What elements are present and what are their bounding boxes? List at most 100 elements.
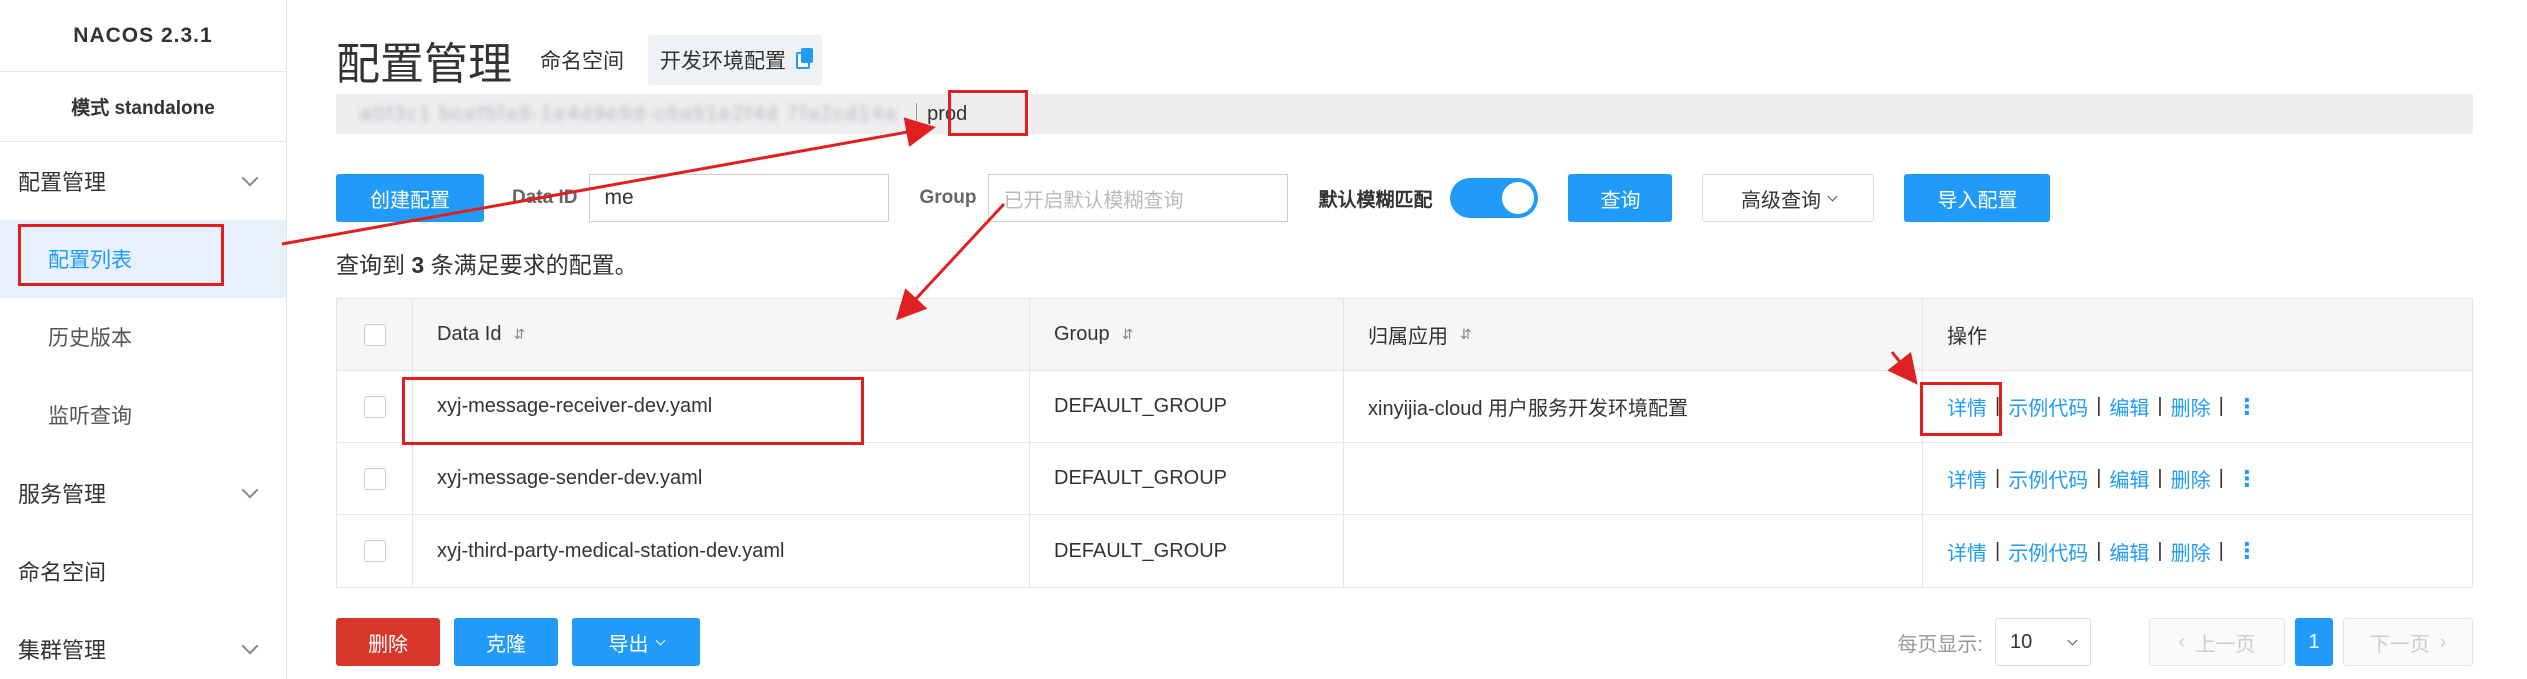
page-size-label: 每页显示: [1897, 633, 1983, 656]
prev-page-button[interactable]: ‹ 上一页 [2149, 618, 2285, 666]
delete-link[interactable]: 删除 [2171, 392, 2211, 421]
bulk-delete-button[interactable]: 删除 [336, 618, 440, 666]
select-all-checkbox[interactable] [363, 323, 386, 346]
advanced-query-label: 高级查询 [1740, 189, 1821, 212]
table-row: xyj-message-sender-dev.yaml DEFAULT_GROU… [337, 443, 2472, 515]
dataid-label: Data ID [512, 187, 578, 208]
pagination: 每页显示: 10 ‹ 上一页 1 下一页 › [1897, 618, 2473, 666]
advanced-query-button[interactable]: 高级查询 [1702, 174, 1875, 222]
sample-code-link[interactable]: 示例代码 [2008, 537, 2088, 566]
annotation-box-config-list [18, 224, 224, 286]
detail-link[interactable]: 详情 [1947, 464, 1987, 493]
cell-group: DEFAULT_GROUP [1030, 443, 1344, 514]
fuzzy-match-label: 默认模糊匹配 [1318, 189, 1433, 211]
detail-link[interactable]: 详情 [1947, 537, 1987, 566]
table-row: xyj-third-party-medical-station-dev.yaml… [337, 515, 2472, 587]
fuzzy-match-toggle[interactable] [1450, 178, 1539, 218]
edit-link[interactable]: 编辑 [2109, 464, 2149, 493]
sample-code-link[interactable]: 示例代码 [2008, 464, 2088, 493]
chevron-right-icon: › [2439, 630, 2447, 653]
search-row: 创建配置 Data ID me Group 已开启默认模糊查询 默认模糊匹配 查… [336, 174, 2051, 222]
dataid-input[interactable]: me [589, 174, 890, 222]
cell-ops: 详情 | 示例代码 | 编辑 | 删除 | ⋮ [1923, 371, 2472, 442]
next-page-label: 下一页 [2369, 633, 2430, 656]
sidebar-group-config[interactable]: 配置管理 [0, 142, 286, 220]
sidebar-group-service[interactable]: 服务管理 [0, 454, 286, 532]
chevron-down-icon [241, 637, 259, 655]
separator: | [2096, 539, 2102, 562]
prev-page-label: 上一页 [2195, 633, 2256, 656]
header-app[interactable]: 归属应用 ⇵ [1344, 299, 1923, 370]
main-content: 配置管理 命名空间 开发环境配置 a0f3c1 bcef5fa9-1e4d9e9… [287, 0, 2527, 679]
sidebar-item-listener[interactable]: 监听查询 [0, 376, 286, 454]
result-prefix: 查询到 [336, 252, 405, 278]
page-number-button[interactable]: 1 [2295, 618, 2333, 666]
edit-link[interactable]: 编辑 [2109, 392, 2149, 421]
more-icon[interactable]: ⋮ [2236, 394, 2258, 420]
row-checkbox[interactable] [363, 395, 386, 418]
clone-button[interactable]: 克隆 [454, 618, 558, 666]
row-select-cell [337, 443, 413, 514]
export-button[interactable]: 导出 [572, 618, 700, 666]
separator: | [2157, 539, 2163, 562]
sidebar-group-label: 服务管理 [18, 482, 107, 507]
group-input[interactable]: 已开启默认模糊查询 [988, 174, 1289, 222]
sidebar-group-cluster[interactable]: 集群管理 [0, 610, 286, 679]
result-suffix: 条满足要求的配置。 [430, 252, 638, 278]
sample-code-link[interactable]: 示例代码 [2008, 392, 2088, 421]
sort-icon[interactable]: ⇵ [513, 326, 525, 343]
header-ops: 操作 [1947, 326, 1987, 348]
more-icon[interactable]: ⋮ [2236, 466, 2258, 492]
cell-ops: 详情 | 示例代码 | 编辑 | 删除 | ⋮ [1923, 443, 2472, 514]
separator: | [2096, 395, 2102, 417]
query-button[interactable]: 查询 [1568, 174, 1673, 222]
title-row: 配置管理 命名空间 开发环境配置 [336, 28, 822, 92]
more-icon[interactable]: ⋮ [2236, 538, 2258, 564]
import-config-button[interactable]: 导入配置 [1904, 174, 2051, 222]
separator: | [2157, 467, 2163, 489]
mode-label: 模式 standalone [0, 72, 286, 142]
chevron-down-icon [2067, 635, 2078, 645]
sort-icon[interactable]: ⇵ [1460, 326, 1472, 343]
chevron-down-icon [241, 481, 259, 499]
header-dataid[interactable]: Data Id ⇵ [413, 299, 1030, 370]
page-size-select[interactable]: 10 [1995, 618, 2091, 666]
page-title: 配置管理 [336, 40, 512, 89]
sidebar: NACOS 2.3.1 模式 standalone 配置管理 配置列表 历史版本… [0, 0, 287, 679]
sidebar-group-label: 集群管理 [18, 638, 107, 663]
table-header: Data Id ⇵ Group ⇵ 归属应用 ⇵ 操作 [337, 299, 2472, 371]
cell-app: xinyijia-cloud 用户服务开发环境配置 [1344, 371, 1923, 442]
header-group[interactable]: Group ⇵ [1030, 299, 1344, 370]
result-count: 3 [411, 252, 425, 278]
separator: | [2218, 395, 2224, 417]
separator: | [1995, 467, 2001, 489]
cell-app [1344, 515, 1923, 587]
chevron-down-icon [1827, 191, 1838, 201]
sort-icon[interactable]: ⇵ [1122, 326, 1134, 343]
cell-group: DEFAULT_GROUP [1030, 515, 1344, 587]
cell-ops: 详情 | 示例代码 | 编辑 | 删除 | ⋮ [1923, 515, 2472, 587]
namespace-bar: a0f3c1 bcef5fa9-1e4d9e9d-c0a91e2f4d 7fa2… [336, 94, 2473, 134]
row-checkbox[interactable] [363, 540, 386, 562]
separator: | [2157, 395, 2163, 417]
namespace-id-blurred: a0f3c1 bcef5fa9-1e4d9e9d-c0a91e2f4d 7fa2… [360, 102, 899, 125]
create-config-button[interactable]: 创建配置 [336, 174, 484, 222]
group-label: Group [919, 187, 977, 208]
edit-link[interactable]: 编辑 [2109, 537, 2149, 566]
result-summary: 查询到 3 条满足要求的配置。 [336, 246, 638, 280]
header-group-label: Group [1054, 323, 1110, 345]
row-checkbox[interactable] [363, 467, 386, 490]
delete-link[interactable]: 删除 [2171, 464, 2211, 493]
next-page-button[interactable]: 下一页 › [2343, 618, 2473, 666]
sidebar-item-history[interactable]: 历史版本 [0, 298, 286, 376]
delete-link[interactable]: 删除 [2171, 537, 2211, 566]
namespace-value: 开发环境配置 [660, 50, 786, 73]
header-dataid-label: Data Id [437, 323, 502, 345]
copy-icon[interactable] [796, 47, 813, 69]
cell-app [1344, 443, 1923, 514]
sidebar-item-namespace[interactable]: 命名空间 [0, 532, 286, 610]
chevron-down-icon [241, 169, 259, 187]
brand-logo: NACOS 2.3.1 [0, 0, 286, 72]
annotation-box-dataid [402, 377, 864, 445]
namespace-label: 命名空间 [540, 50, 624, 73]
